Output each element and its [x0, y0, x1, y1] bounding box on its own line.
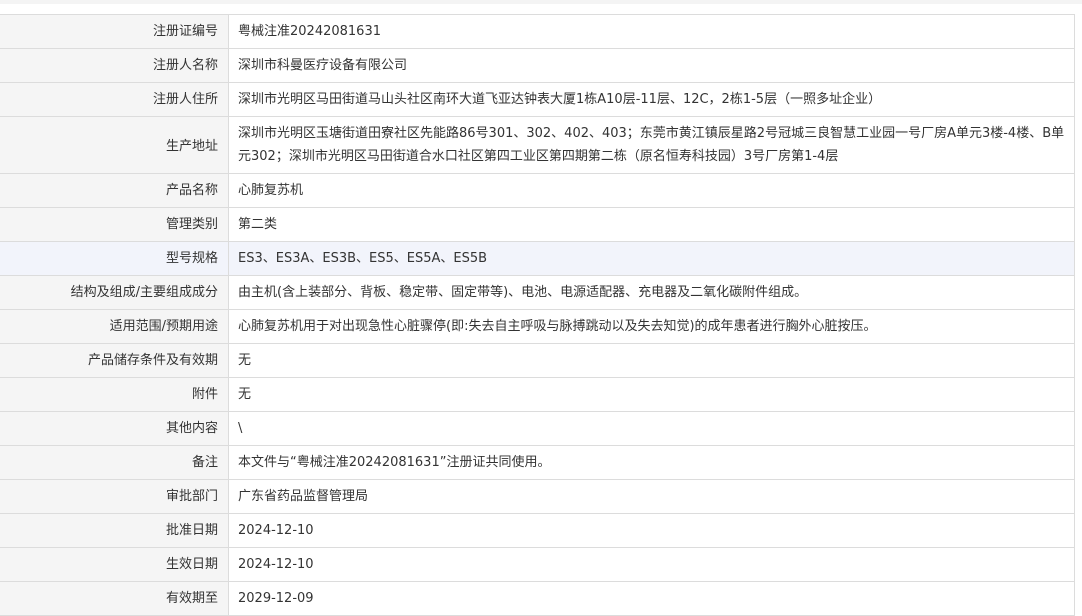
field-label: 适用范围/预期用途 [0, 309, 229, 344]
registration-details-table: 注册证编号 粤械注准20242081631 注册人名称 深圳市科曼医疗设备有限公… [0, 14, 1075, 616]
field-value: 心肺复苏机 [228, 173, 1075, 208]
row-attachments: 附件 无 [0, 377, 1075, 412]
field-label: 生效日期 [0, 547, 229, 582]
field-label: 备注 [0, 445, 229, 480]
row-effective-date: 生效日期 2024-12-10 [0, 547, 1075, 582]
field-value: 由主机(含上装部分、背板、稳定带、固定带等)、电池、电源适配器、充电器及二氧化碳… [228, 275, 1075, 310]
row-management-category: 管理类别 第二类 [0, 207, 1075, 242]
row-remarks: 备注 本文件与“粤械注准20242081631”注册证共同使用。 [0, 445, 1075, 480]
row-registration-number: 注册证编号 粤械注准20242081631 [0, 14, 1075, 49]
field-value: 本文件与“粤械注准20242081631”注册证共同使用。 [228, 445, 1075, 480]
field-label: 注册人名称 [0, 48, 229, 83]
field-value: 粤械注准20242081631 [228, 14, 1075, 49]
row-other-content: 其他内容 \ [0, 411, 1075, 446]
field-value: 2029-12-09 [228, 581, 1075, 616]
row-structure-composition: 结构及组成/主要组成成分 由主机(含上装部分、背板、稳定带、固定带等)、电池、电… [0, 275, 1075, 310]
row-approval-date: 批准日期 2024-12-10 [0, 513, 1075, 548]
field-label: 有效期至 [0, 581, 229, 616]
field-value: 无 [228, 343, 1075, 378]
field-label: 产品名称 [0, 173, 229, 208]
field-value: ES3、ES3A、ES3B、ES5、ES5A、ES5B [228, 241, 1075, 276]
field-label: 生产地址 [0, 116, 229, 174]
top-divider [0, 0, 1082, 4]
row-intended-use: 适用范围/预期用途 心肺复苏机用于对出现急性心脏骤停(即:失去自主呼吸与脉搏跳动… [0, 309, 1075, 344]
row-storage-validity: 产品储存条件及有效期 无 [0, 343, 1075, 378]
row-production-address: 生产地址 深圳市光明区玉塘街道田寮社区先能路86号301、302、402、403… [0, 116, 1075, 174]
field-value: 第二类 [228, 207, 1075, 242]
row-valid-until: 有效期至 2029-12-09 [0, 581, 1075, 616]
field-value: 无 [228, 377, 1075, 412]
field-label: 产品储存条件及有效期 [0, 343, 229, 378]
field-value: 2024-12-10 [228, 547, 1075, 582]
field-label: 其他内容 [0, 411, 229, 446]
field-value: 深圳市科曼医疗设备有限公司 [228, 48, 1075, 83]
field-value: 2024-12-10 [228, 513, 1075, 548]
field-label: 型号规格 [0, 241, 229, 276]
field-value: 深圳市光明区玉塘街道田寮社区先能路86号301、302、402、403；东莞市黄… [228, 116, 1075, 174]
field-label: 注册人住所 [0, 82, 229, 117]
row-registrant-address: 注册人住所 深圳市光明区马田街道马山头社区南环大道飞亚达钟表大厦1栋A10层-1… [0, 82, 1075, 117]
field-label: 结构及组成/主要组成成分 [0, 275, 229, 310]
field-label: 批准日期 [0, 513, 229, 548]
field-value: \ [228, 411, 1075, 446]
row-product-name: 产品名称 心肺复苏机 [0, 173, 1075, 208]
field-value: 心肺复苏机用于对出现急性心脏骤停(即:失去自主呼吸与脉搏跳动以及失去知觉)的成年… [228, 309, 1075, 344]
row-model-spec: 型号规格 ES3、ES3A、ES3B、ES5、ES5A、ES5B [0, 241, 1075, 276]
field-label: 注册证编号 [0, 14, 229, 49]
field-label: 管理类别 [0, 207, 229, 242]
field-value: 广东省药品监督管理局 [228, 479, 1075, 514]
field-value: 深圳市光明区马田街道马山头社区南环大道飞亚达钟表大厦1栋A10层-11层、12C… [228, 82, 1075, 117]
field-label: 附件 [0, 377, 229, 412]
row-registrant-name: 注册人名称 深圳市科曼医疗设备有限公司 [0, 48, 1075, 83]
field-label: 审批部门 [0, 479, 229, 514]
row-approval-department: 审批部门 广东省药品监督管理局 [0, 479, 1075, 514]
